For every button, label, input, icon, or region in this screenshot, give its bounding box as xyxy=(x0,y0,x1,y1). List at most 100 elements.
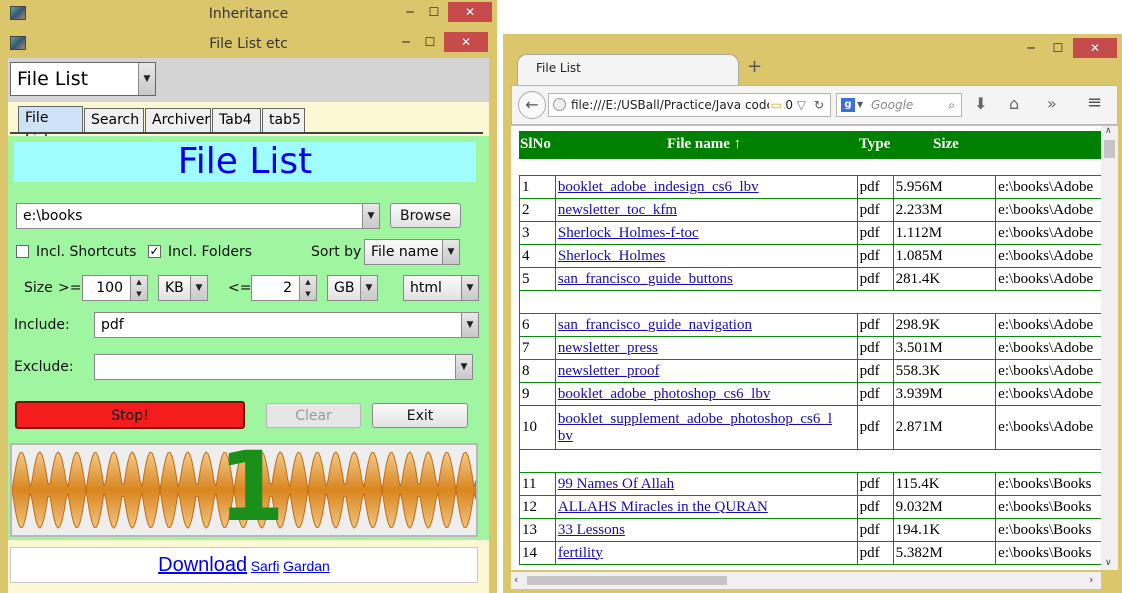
sort-by-label: Sort by xyxy=(311,244,362,260)
incl-shortcuts-checkbox[interactable] xyxy=(16,245,29,258)
home-icon[interactable]: ⌂ xyxy=(1009,94,1019,113)
sort-by-select[interactable]: File name ▼ xyxy=(364,239,460,265)
header-file-name[interactable]: File name ↑ xyxy=(667,136,741,153)
folder-icon[interactable]: ▭ xyxy=(768,94,784,116)
maximize-icon[interactable]: ☐ xyxy=(424,2,444,22)
scroll-down-icon[interactable]: ∨ xyxy=(1105,558,1112,568)
tab-file-list[interactable]: File List xyxy=(18,106,83,148)
app-window: Inheritance ─ ☐ ✕ File List etc ─ ☐ ✕ Fi… xyxy=(0,0,497,593)
search-engine-dropdown-icon[interactable]: ▼ xyxy=(857,94,863,116)
file-link[interactable]: ALLAHS Miracles in the QURAN xyxy=(558,499,768,515)
file-link[interactable]: newsletter_proof xyxy=(558,363,660,379)
back-button[interactable]: ← xyxy=(518,91,546,119)
file-link[interactable]: san_francisco_guide_buttons xyxy=(558,271,733,287)
chevron-down-icon: ▼ xyxy=(190,276,207,300)
new-tab-button[interactable]: + xyxy=(747,56,762,77)
cell-size: 1.085M xyxy=(892,244,997,268)
spinner-arrows-icon[interactable]: ▲ ▼ xyxy=(130,276,147,300)
tab-tab4[interactable]: Tab4 xyxy=(212,108,261,132)
download-link[interactable]: Download xyxy=(158,554,247,576)
file-link[interactable]: booklet_adobe_photoshop_cs6_lbv xyxy=(558,386,770,402)
cell-file-name: booklet_adobe_photoshop_cs6_lbv xyxy=(554,382,858,406)
tab-archiver[interactable]: Archiver xyxy=(145,108,211,132)
mode-select[interactable]: File List ▼ xyxy=(10,62,156,96)
table-row: 10 booklet_supplement_adobe_photoshop_cs6… xyxy=(519,405,1107,450)
path-combo[interactable]: e:\books ▼ xyxy=(16,203,380,229)
url-bar[interactable]: file:///E:/USBall/Practice/Java code 20 … xyxy=(548,93,831,117)
scroll-thumb-h[interactable] xyxy=(527,576,727,585)
spinner-arrows-icon[interactable]: ▲ ▼ xyxy=(299,276,316,300)
table-row: 8 newsletter_proof pdf 558.3K e:\books\Adobe xyxy=(519,359,1107,383)
scroll-left-icon[interactable]: ‹ xyxy=(514,573,518,586)
reload-icon[interactable]: ↻ xyxy=(814,94,824,116)
file-table-wrapper: SlNo File name ↑ Type Size 1 booklet_adob… xyxy=(519,131,1107,570)
horizontal-scrollbar[interactable]: ‹ › xyxy=(511,572,1101,589)
tab-search[interactable]: Search xyxy=(84,108,144,132)
file-link[interactable]: Sherlock_Holmes xyxy=(558,248,665,264)
include-combo[interactable]: pdf ▼ xyxy=(94,312,479,338)
cell-size: 5.956M xyxy=(892,175,997,199)
exclude-combo[interactable]: ▼ xyxy=(94,354,473,380)
clear-button[interactable]: Clear xyxy=(266,403,361,428)
search-box[interactable]: g ▼ Google ⌕ xyxy=(836,93,962,117)
file-link[interactable]: booklet_adobe_indesign_cs6_lbv xyxy=(558,179,759,195)
page-content: SlNo File name ↑ Type Size 1 booklet_adob… xyxy=(511,126,1118,570)
separator-row xyxy=(519,290,1107,314)
google-icon[interactable]: g xyxy=(841,98,855,112)
file-link[interactable]: fertility xyxy=(558,545,603,561)
include-label: Include: xyxy=(14,317,70,333)
scroll-thumb[interactable] xyxy=(1104,140,1115,158)
header-slno[interactable]: SlNo xyxy=(520,136,551,153)
incl-folders-checkbox[interactable]: ✓ xyxy=(148,245,161,258)
cell-path: e:\books\Books xyxy=(995,472,1107,496)
browse-button[interactable]: Browse xyxy=(390,203,461,228)
stop-button[interactable]: Stop! xyxy=(15,401,245,429)
file-link[interactable]: 33 Lessons xyxy=(558,522,625,538)
minimize-icon[interactable]: ─ xyxy=(396,32,416,52)
maximize-icon[interactable]: ☐ xyxy=(1048,38,1068,58)
search-icon[interactable]: ⌕ xyxy=(948,94,955,116)
file-link[interactable]: booklet_supplement_adobe_photoshop_cs6_l xyxy=(558,411,832,427)
cell-path: e:\books\Adobe xyxy=(995,198,1107,222)
close-icon[interactable]: ✕ xyxy=(448,2,492,22)
scroll-up-icon[interactable]: ∧ xyxy=(1105,126,1112,136)
separator-cell xyxy=(519,449,1107,473)
vertical-scrollbar[interactable]: ∧ ∨ xyxy=(1101,126,1118,570)
header-type[interactable]: Type xyxy=(859,136,890,153)
browser-tab[interactable]: File List xyxy=(517,54,739,86)
cell-file-name: 33 Lessons xyxy=(554,518,858,542)
author-first-link[interactable]: Sarfi xyxy=(251,558,280,574)
author-last-link[interactable]: Gardan xyxy=(283,558,330,574)
file-link[interactable]: 99 Names Of Allah xyxy=(558,476,674,492)
bookmark-dropdown-icon[interactable]: ▽ xyxy=(796,94,806,116)
file-link[interactable]: san_francisco_guide_navigation xyxy=(558,317,752,333)
incl-shortcuts-label: Incl. Shortcuts xyxy=(36,244,137,260)
scroll-right-icon[interactable]: › xyxy=(1089,573,1093,586)
download-icon[interactable]: ⬇ xyxy=(974,94,987,113)
min-unit-select[interactable]: KB ▼ xyxy=(158,275,208,301)
close-icon[interactable]: ✕ xyxy=(444,32,488,52)
sort-by-value: File name xyxy=(371,244,439,260)
minimize-icon[interactable]: ─ xyxy=(1021,38,1041,58)
outer-title-bar: Inheritance ─ ☐ ✕ xyxy=(0,0,497,30)
overflow-icon[interactable]: » xyxy=(1047,94,1057,113)
header-size[interactable]: Size xyxy=(933,136,959,153)
menu-icon[interactable]: ≡ xyxy=(1087,92,1102,113)
close-icon[interactable]: ✕ xyxy=(1073,38,1117,58)
max-size-spinner[interactable]: 2 ▲ ▼ xyxy=(251,275,317,301)
max-unit-select[interactable]: GB ▼ xyxy=(327,275,378,301)
file-link[interactable]: newsletter_press xyxy=(558,340,658,356)
exit-button[interactable]: Exit xyxy=(372,403,468,428)
file-link-continued[interactable]: bv xyxy=(558,428,573,444)
file-link[interactable]: Sherlock_Holmes-f-toc xyxy=(558,225,699,241)
format-select[interactable]: html ▼ xyxy=(403,275,479,301)
cell-size: 3.501M xyxy=(892,336,997,360)
min-size-spinner[interactable]: 100 ▲ ▼ xyxy=(82,275,148,301)
chevron-down-icon: ▼ xyxy=(442,240,459,264)
cell-type: pdf xyxy=(856,313,894,337)
maximize-icon[interactable]: ☐ xyxy=(420,32,440,52)
cell-file-name: newsletter_proof xyxy=(554,359,858,383)
tab-tab5[interactable]: tab5 xyxy=(262,108,305,132)
minimize-icon[interactable]: ─ xyxy=(400,2,420,22)
file-link[interactable]: newsletter_toc_kfm xyxy=(558,202,677,218)
